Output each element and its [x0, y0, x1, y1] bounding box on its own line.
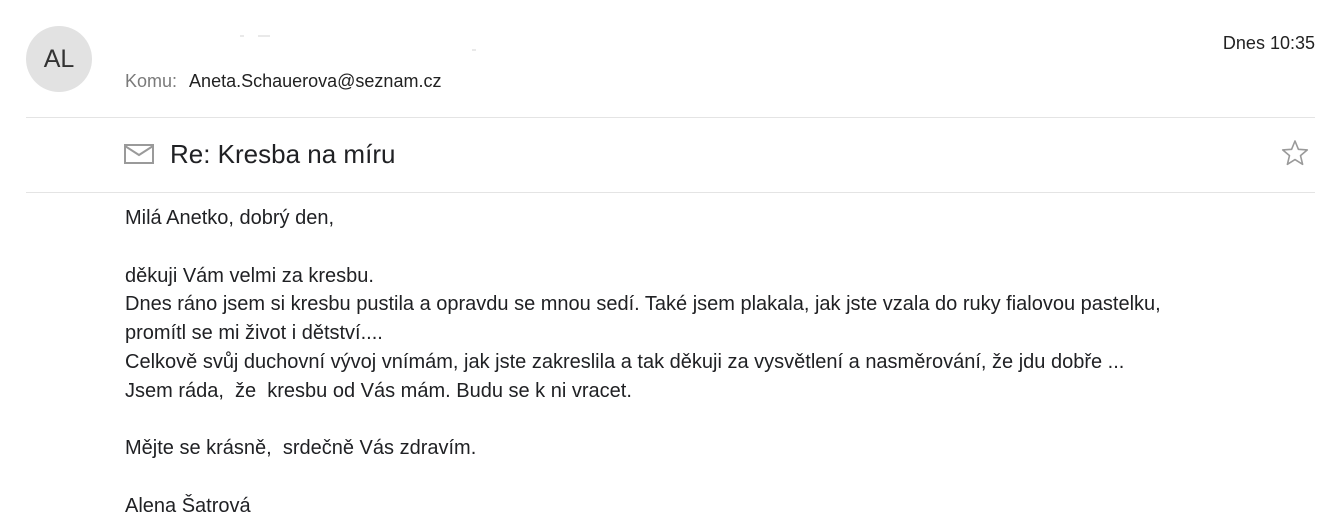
recipient-label: Komu:	[125, 71, 178, 91]
body-line: Dnes ráno jsem si kresbu pustila a oprav…	[125, 293, 1161, 316]
subject-row: Re: Kresba na míru	[124, 136, 395, 172]
sender-name-redacted	[240, 35, 476, 51]
email-view: AL Komu: Aneta.Schauerova@seznam.cz Dnes…	[0, 0, 1334, 531]
sender-avatar[interactable]: AL	[26, 26, 92, 92]
email-subject: Re: Kresba na míru	[170, 138, 396, 169]
body-line: promítl se mi život i dětství....	[125, 322, 383, 345]
recipient-address[interactable]: Aneta.Schauerova@seznam.cz	[189, 71, 441, 91]
subject-divider	[26, 192, 1315, 193]
body-signature: Alena Šatrová	[125, 494, 251, 517]
body-closing: Mějte se krásně, srdečně Vás zdravím.	[125, 437, 477, 460]
email-body: Milá Anetko, dobrý den, děkuji Vám velmi…	[125, 204, 1305, 521]
header-divider	[26, 117, 1315, 118]
star-icon[interactable]	[1281, 139, 1309, 167]
body-greeting: Milá Anetko, dobrý den,	[125, 207, 335, 229]
body-line: Celkově svůj duchovní vývoj vnímám, jak …	[125, 350, 1125, 373]
body-line: děkuji Vám velmi za kresbu.	[125, 264, 374, 287]
email-date: Dnes 10:35	[1222, 33, 1315, 53]
avatar-initials: AL	[43, 44, 75, 73]
recipient-row: Komu: Aneta.Schauerova@seznam.cz	[125, 71, 441, 92]
envelope-icon	[124, 143, 154, 165]
body-line: Jsem ráda, že kresbu od Vás mám. Budu se…	[125, 379, 632, 402]
